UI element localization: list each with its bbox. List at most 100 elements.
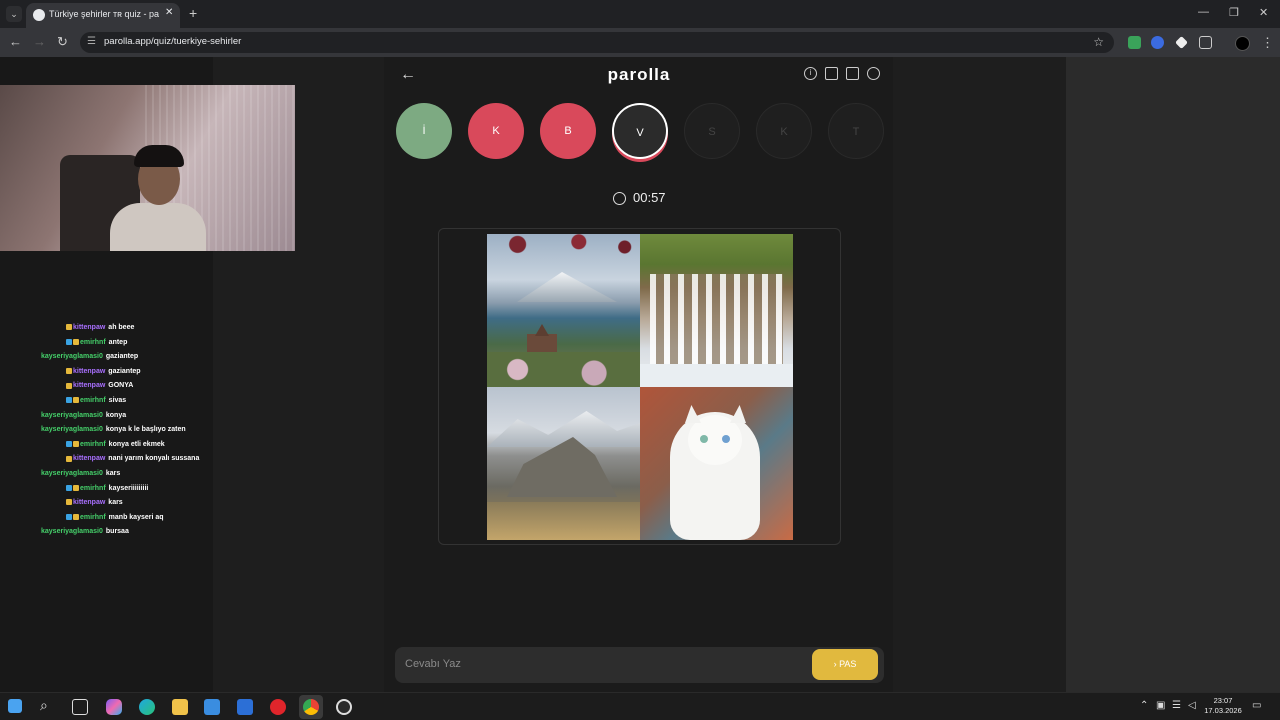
opera-icon[interactable] bbox=[270, 699, 286, 715]
forward-arrow-icon[interactable]: → bbox=[33, 34, 46, 49]
chat-message: emirhnf konya etli ekmek bbox=[66, 438, 165, 451]
chat-username[interactable]: emirhnf bbox=[80, 485, 106, 492]
streamer-body bbox=[110, 203, 206, 251]
chat-username[interactable]: emirhnf bbox=[80, 514, 106, 521]
letter-circle-wrong: K bbox=[468, 103, 524, 159]
browser-tab-active[interactable]: Türkiye şehirler ᴛʀ quiz - parolla ✕ bbox=[26, 3, 180, 28]
image-tile-waterfall bbox=[640, 234, 793, 387]
comments-icon[interactable] bbox=[846, 67, 859, 80]
chat-username[interactable]: kittenpaw bbox=[73, 368, 105, 375]
extension-audio-icon[interactable] bbox=[1151, 36, 1164, 49]
extension-shield-icon[interactable] bbox=[1128, 36, 1141, 49]
chat-username[interactable]: kittenpaw bbox=[73, 455, 105, 462]
search-icon[interactable]: ⌕ bbox=[40, 697, 48, 714]
right-side-panel bbox=[1066, 57, 1280, 692]
volume-icon[interactable]: ◁ bbox=[1188, 700, 1196, 711]
mail-icon[interactable] bbox=[237, 699, 253, 715]
chat-text: sivas bbox=[108, 397, 127, 404]
chat-text: antep bbox=[108, 338, 128, 346]
window-close-icon[interactable]: ✕ bbox=[1259, 6, 1268, 19]
chat-username[interactable]: kittenpaw bbox=[73, 499, 105, 506]
chat-username[interactable]: emirhnf bbox=[80, 441, 106, 448]
chat-text: ah beee bbox=[108, 324, 135, 331]
info-icon[interactable]: i bbox=[804, 67, 817, 80]
back-arrow-icon[interactable]: ← bbox=[9, 34, 22, 49]
chat-badge-icon bbox=[66, 484, 72, 491]
chat-message: emirhnf sivas bbox=[66, 394, 126, 407]
bookmark-star-icon[interactable]: ☆ bbox=[1093, 35, 1104, 49]
chat-badge-icon bbox=[66, 382, 72, 389]
letter-circle-current: V bbox=[612, 103, 668, 159]
minimize-icon[interactable]: — bbox=[1198, 6, 1209, 18]
restore-icon[interactable]: ❐ bbox=[1229, 6, 1239, 19]
tab-list-button[interactable]: ⌄ bbox=[6, 6, 22, 22]
chat-badge-icon bbox=[73, 484, 79, 491]
answer-input[interactable]: Cevabı Yaz bbox=[405, 658, 461, 670]
chat-username[interactable]: kittenpaw bbox=[73, 382, 105, 389]
chat-badge-icon bbox=[66, 455, 72, 462]
chat-username[interactable]: kayseriyaglamasi0 bbox=[41, 426, 103, 433]
leaderboard-icon[interactable] bbox=[825, 67, 838, 80]
chat-message: kittenpaw GONYA bbox=[66, 379, 133, 392]
back-arrow-icon[interactable]: ← bbox=[400, 66, 416, 84]
task-view-icon[interactable] bbox=[72, 699, 88, 715]
chat-text: gaziantep bbox=[105, 353, 139, 361]
extensions-puzzle-icon[interactable] bbox=[1199, 36, 1212, 49]
chat-badge-icon bbox=[73, 440, 79, 447]
browser-toolbar: ← → ↻ ☰ parolla.app/quiz/tuerkiye-sehirl… bbox=[0, 28, 1280, 57]
chevron-right-icon: › bbox=[833, 659, 837, 669]
store-icon[interactable] bbox=[204, 699, 220, 715]
countdown-timer: 00:57 bbox=[633, 190, 666, 205]
new-tab-button[interactable]: + bbox=[189, 5, 197, 21]
tray-overflow-icon[interactable]: ⌃ bbox=[1140, 700, 1148, 711]
chat-message: kayseriyaglamasi0 kars bbox=[41, 467, 120, 480]
chat-username[interactable]: emirhnf bbox=[80, 397, 106, 404]
chat-username[interactable]: kayseriyaglamasi0 bbox=[41, 353, 103, 360]
notifications-icon[interactable]: ▭ bbox=[1252, 700, 1261, 711]
chat-username[interactable]: kittenpaw bbox=[73, 324, 105, 331]
streamer-hair bbox=[134, 145, 184, 167]
address-bar[interactable]: ☰ parolla.app/quiz/tuerkiye-sehirler ☆ bbox=[80, 32, 1114, 53]
tray-app-icon[interactable]: ▣ bbox=[1156, 700, 1165, 711]
windows-start-icon[interactable] bbox=[8, 699, 22, 713]
extension-diamond-icon[interactable] bbox=[1175, 36, 1188, 49]
reload-icon[interactable]: ↻ bbox=[57, 34, 68, 50]
network-icon[interactable]: ☰ bbox=[1172, 700, 1181, 711]
letter-circle-pending: K bbox=[756, 103, 812, 159]
answer-bar: Cevabı Yaz › PAS bbox=[395, 647, 884, 683]
site-info-icon[interactable]: ☰ bbox=[87, 36, 98, 47]
chat-text: kars bbox=[108, 499, 123, 507]
chat-text: bursaa bbox=[105, 528, 129, 536]
chat-username[interactable]: kayseriyaglamasi0 bbox=[41, 528, 103, 535]
copilot-icon[interactable] bbox=[106, 699, 122, 715]
system-clock[interactable]: 23:07 17.03.2026 bbox=[1200, 696, 1246, 716]
account-icon[interactable] bbox=[867, 67, 880, 80]
chat-username[interactable]: kayseriyaglamasi0 bbox=[41, 470, 103, 477]
pass-label: PAS bbox=[839, 659, 857, 669]
chat-badge-icon bbox=[66, 513, 72, 520]
profile-avatar[interactable] bbox=[1235, 36, 1250, 51]
chat-message: kayseriyaglamasi0 bursaa bbox=[41, 525, 129, 538]
chat-badge-icon bbox=[73, 513, 79, 520]
chat-badge-icon bbox=[66, 397, 72, 404]
edge-icon[interactable] bbox=[139, 699, 155, 715]
chat-username[interactable]: kayseriyaglamasi0 bbox=[41, 412, 103, 419]
letter-circle-wrong: B bbox=[540, 103, 596, 159]
browser-tabbar: ⌄ Türkiye şehirler ᴛʀ quiz - parolla ✕ +… bbox=[0, 0, 1280, 28]
url-text[interactable]: parolla.app/quiz/tuerkiye-sehirler bbox=[104, 36, 241, 47]
chat-badge-icon bbox=[66, 338, 72, 345]
site-logo[interactable]: parolla bbox=[564, 65, 714, 85]
tab-title: Türkiye şehirler ᴛʀ quiz - parolla bbox=[49, 9, 159, 19]
chat-text: gaziantep bbox=[108, 367, 141, 375]
more-menu-icon[interactable]: ⋮ bbox=[1261, 35, 1274, 51]
file-explorer-icon[interactable] bbox=[172, 699, 188, 715]
chrome-icon[interactable] bbox=[303, 699, 319, 715]
chat-badge-icon bbox=[73, 338, 79, 345]
chat-text: kayseriiiiiiiii bbox=[108, 484, 149, 492]
chat-username[interactable]: emirhnf bbox=[80, 339, 106, 346]
chat-message: kayseriyaglamasi0 gaziantep bbox=[41, 350, 138, 363]
chat-badge-icon bbox=[66, 440, 72, 447]
obs-icon[interactable] bbox=[336, 699, 352, 715]
pass-button[interactable]: › PAS bbox=[812, 649, 878, 680]
close-tab-icon[interactable]: ✕ bbox=[165, 7, 173, 18]
